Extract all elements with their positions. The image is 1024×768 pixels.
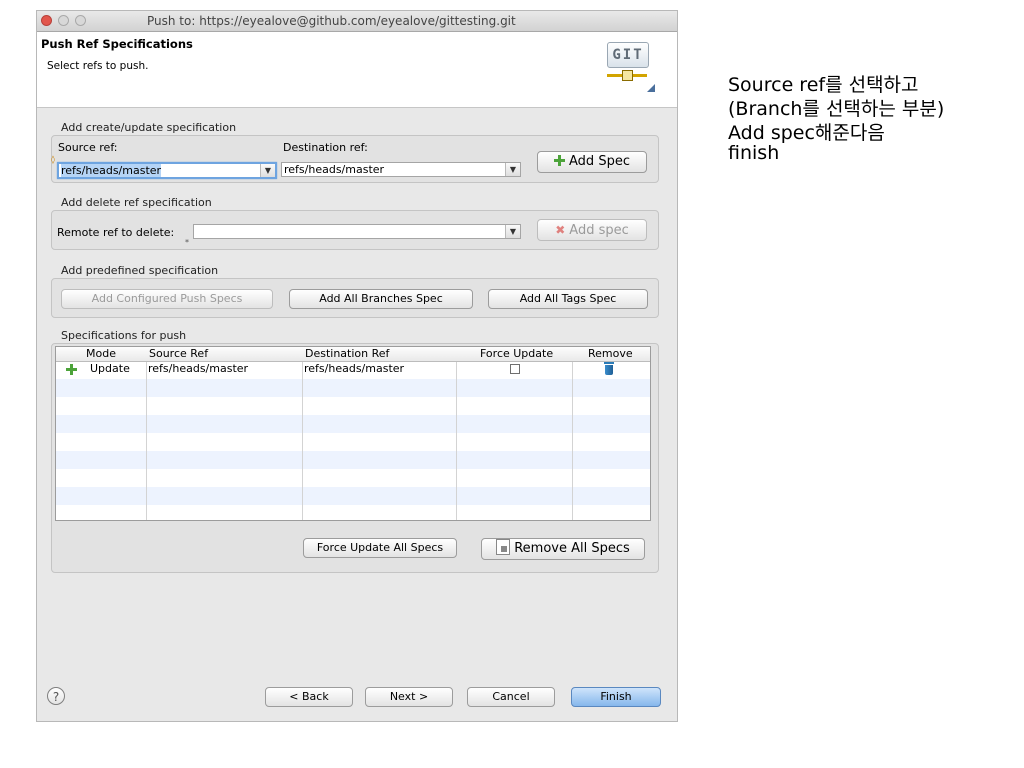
destination-ref-combo[interactable]: refs/heads/master ▼ xyxy=(281,162,521,177)
destination-ref-value: refs/heads/master xyxy=(284,163,385,176)
add-icon xyxy=(66,364,77,375)
source-ref-label: Source ref: xyxy=(58,141,118,154)
git-logo-icon: GIT xyxy=(605,40,655,92)
column-header-destination-ref[interactable]: Destination Ref xyxy=(305,347,389,361)
force-update-all-specs-button[interactable]: Force Update All Specs xyxy=(303,538,457,558)
trash-icon[interactable] xyxy=(604,362,614,375)
next-button[interactable]: Next > xyxy=(365,687,453,707)
annotation-line-4: finish xyxy=(728,142,780,164)
title-bar[interactable]: Push to: https://eyealove@github.com/eye… xyxy=(37,11,677,32)
add-all-branches-spec-button[interactable]: Add All Branches Spec xyxy=(289,289,473,309)
predefined-group-label: Add predefined specification xyxy=(61,264,219,277)
close-window-button[interactable] xyxy=(41,15,52,26)
add-configured-push-specs-button[interactable]: Add Configured Push Specs xyxy=(61,289,273,309)
column-header-force-update[interactable]: Force Update xyxy=(480,347,553,361)
source-ref-value: refs/heads/master xyxy=(61,164,162,177)
wizard-header: Push Ref Specifications Select refs to p… xyxy=(37,32,677,108)
page-subtitle: Select refs to push. xyxy=(47,60,149,72)
required-marker-icon: * xyxy=(185,238,189,247)
finish-button[interactable]: Finish xyxy=(571,687,661,707)
cancel-button[interactable]: Cancel xyxy=(467,687,555,707)
add-spec-label: Add Spec xyxy=(569,154,630,169)
back-button[interactable]: < Back xyxy=(265,687,353,707)
help-button[interactable]: ? xyxy=(47,687,65,705)
specs-group-label: Specifications for push xyxy=(61,329,187,342)
delete-icon: ✖ xyxy=(555,223,566,237)
chevron-down-icon[interactable]: ▼ xyxy=(260,164,275,177)
remove-all-specs-label: Remove All Specs xyxy=(514,541,630,556)
remote-ref-combo[interactable]: ▼ xyxy=(193,224,521,239)
chevron-down-icon[interactable]: ▼ xyxy=(505,163,520,176)
remote-ref-label: Remote ref to delete: xyxy=(57,226,175,239)
column-header-mode[interactable]: Mode xyxy=(86,347,116,361)
annotation-line-2: (Branch를 선택하는 부분) xyxy=(728,98,945,120)
column-header-source-ref[interactable]: Source Ref xyxy=(149,347,208,361)
add-delete-spec-label: Add spec xyxy=(569,223,629,238)
destination-ref-label: Destination ref: xyxy=(283,141,368,154)
annotation-line-3: Add spec해준다음 xyxy=(728,122,885,144)
annotation-line-1: Source ref를 선택하고 xyxy=(728,74,919,96)
create-update-group-label: Add create/update specification xyxy=(61,121,237,134)
column-header-remove[interactable]: Remove xyxy=(588,347,633,361)
source-ref-combo[interactable]: refs/heads/master ▼ xyxy=(57,162,277,179)
force-update-checkbox[interactable] xyxy=(510,364,520,374)
row-destination-ref: refs/heads/master xyxy=(304,362,405,375)
git-logo-text: GIT xyxy=(607,42,649,68)
content-assist-icon: ◊ xyxy=(51,155,55,164)
add-all-tags-spec-button[interactable]: Add All Tags Spec xyxy=(488,289,648,309)
remove-all-specs-button[interactable]: Remove All Specs xyxy=(481,538,645,560)
specs-table-header: Mode Source Ref Destination Ref Force Up… xyxy=(56,347,650,362)
delete-ref-group-label: Add delete ref specification xyxy=(61,196,212,209)
push-dialog-window: Push to: https://eyealove@github.com/eye… xyxy=(36,10,678,722)
add-icon xyxy=(554,155,566,166)
row-source-ref: refs/heads/master xyxy=(148,362,249,375)
zoom-window-button[interactable] xyxy=(75,15,86,26)
minimize-window-button[interactable] xyxy=(58,15,69,26)
specs-table: Mode Source Ref Destination Ref Force Up… xyxy=(55,346,651,521)
remove-doc-icon xyxy=(496,539,511,555)
add-delete-spec-button[interactable]: ✖ Add spec xyxy=(537,219,647,241)
page-title: Push Ref Specifications xyxy=(41,37,193,51)
row-mode: Update xyxy=(90,362,130,375)
chevron-down-icon[interactable]: ▼ xyxy=(505,225,520,238)
window-title: Push to: https://eyealove@github.com/eye… xyxy=(147,14,516,28)
add-spec-button[interactable]: Add Spec xyxy=(537,151,647,173)
